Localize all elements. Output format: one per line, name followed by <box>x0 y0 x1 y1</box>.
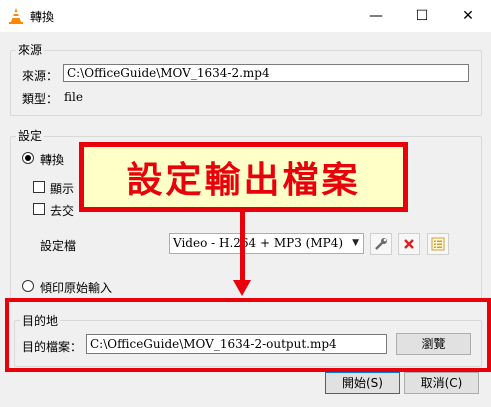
destination-highlight-box <box>5 298 491 372</box>
profile-label: 設定檔 <box>40 239 77 253</box>
new-profile-button[interactable] <box>427 233 449 255</box>
wrench-icon <box>375 238 387 250</box>
dump-raw-input-radio[interactable] <box>22 280 34 292</box>
source-group <box>10 50 482 116</box>
profile-select[interactable]: Video - H.264 + MP3 (MP4) ▼ <box>169 233 364 254</box>
close-button[interactable]: ✕ <box>445 0 491 32</box>
convert-dialog: 轉換 — ☐ ✕ 來源 來源： C:\OfficeGuide\MOV_1634-… <box>0 0 491 407</box>
window-title: 轉換 <box>30 10 55 24</box>
display-output-label: 顯示 <box>50 182 75 196</box>
vlc-cone-icon <box>9 8 23 24</box>
type-label: 類型： <box>22 92 59 106</box>
minimize-button[interactable]: — <box>353 0 399 32</box>
source-label: 來源： <box>22 69 59 83</box>
source-input[interactable]: C:\OfficeGuide\MOV_1634-2.mp4 <box>63 64 469 82</box>
annotation-callout-text: 設定輸出檔案 <box>126 160 361 201</box>
source-group-title: 來源 <box>16 41 45 58</box>
delete-profile-button[interactable] <box>398 233 420 255</box>
profile-selected-value: Video - H.264 + MP3 (MP4) <box>173 236 344 250</box>
title-bar: 轉換 — ☐ ✕ <box>0 0 491 32</box>
display-output-checkbox[interactable] <box>33 181 45 193</box>
annotation-callout: 設定輸出檔案 <box>79 142 408 212</box>
cancel-button[interactable]: 取消(C) <box>404 372 479 394</box>
start-button[interactable]: 開始(S) <box>325 372 400 394</box>
maximize-button[interactable]: ☐ <box>399 0 445 32</box>
convert-radio-label: 轉換 <box>40 153 65 167</box>
new-profile-list-icon <box>431 237 445 251</box>
settings-group-title: 設定 <box>16 127 45 144</box>
annotation-arrow-shaft <box>240 212 245 282</box>
type-value: file <box>64 90 83 104</box>
chevron-down-icon: ▼ <box>352 238 359 248</box>
delete-x-icon <box>404 239 414 249</box>
deinterlace-label: 去交 <box>50 204 75 218</box>
deinterlace-checkbox[interactable] <box>33 203 45 215</box>
edit-profile-button[interactable] <box>370 233 392 255</box>
annotation-arrow-down-icon <box>233 280 251 296</box>
convert-radio[interactable] <box>22 152 34 164</box>
dump-raw-input-label: 傾印原始輸入 <box>40 281 113 295</box>
